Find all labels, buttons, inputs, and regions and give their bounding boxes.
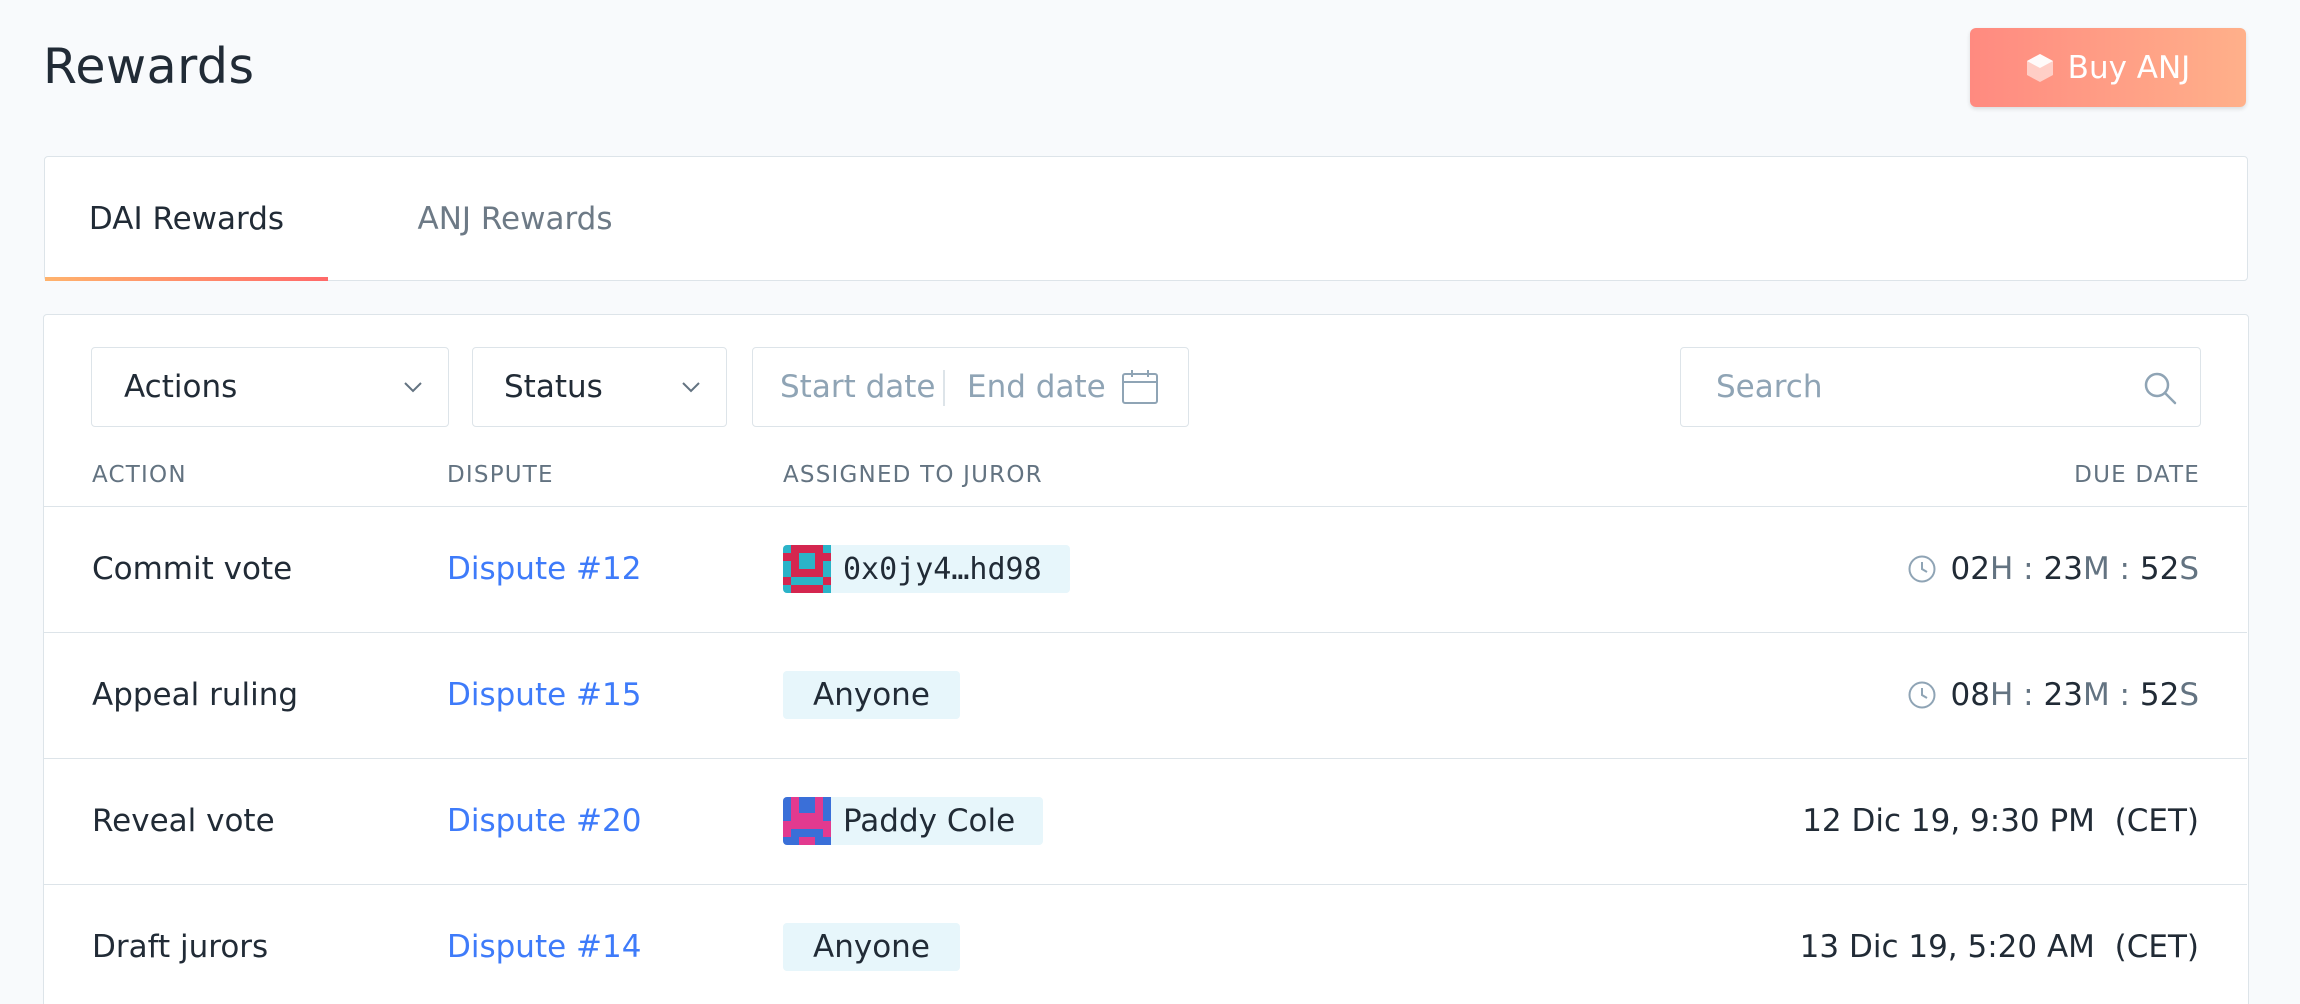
tab-anj-rewards-label: ANJ Rewards [417,200,613,237]
rewards-table-card: Actions Status Start date End date Searc… [43,314,2249,1004]
time-separator: : [2119,551,2130,587]
search-placeholder: Search [1716,369,1823,405]
hours-unit: H [1990,551,2014,587]
actions-dropdown[interactable]: Actions [91,347,449,427]
due-date: 13 Dic 19, 5:20 AM (CET) [1799,929,2199,965]
avatar [783,797,831,845]
due-minutes: 23 [2043,551,2083,587]
tab-dai-rewards-label: DAI Rewards [88,200,285,237]
calendar-icon [1122,370,1158,404]
clock-icon [1908,681,1936,709]
juror-address: 0x0jy4…hd98 [843,551,1042,587]
row-action: Draft jurors [92,929,269,965]
search-icon [2144,372,2177,405]
seconds-unit: S [2179,551,2199,587]
row-action: Commit vote [92,551,293,587]
juror-name-badge[interactable]: Paddy Cole [783,797,1044,845]
juror-cell: 0x0jy4…hd98 [783,507,1070,631]
due-date: 12 Dic 19, 9:30 PM (CET) [1802,803,2199,839]
column-header-action: Action [92,462,187,488]
status-dropdown[interactable]: Status [472,347,727,427]
tab-bar: DAI Rewards ANJ Rewards [44,156,2248,281]
due-seconds: 52 [2139,551,2180,587]
due-countdown: 02 H : 23 M : 52 S [1907,507,2199,631]
table-row[interactable]: Reveal vote Dispute #20 Paddy Cole 12 Di… [44,758,2247,884]
due-hours: 02 [1950,551,1990,587]
juror-cell: Anyone [783,633,960,757]
juror-anyone-badge: Anyone [783,671,960,719]
dispute-link[interactable]: Dispute #20 [447,759,641,883]
row-action: Reveal vote [92,803,275,839]
due-seconds: 52 [2139,677,2180,713]
date-divider [943,370,945,406]
search-input[interactable]: Search [1680,347,2201,427]
end-date-field[interactable]: End date [967,369,1106,405]
due-minutes: 23 [2043,677,2083,713]
due-countdown: 08 H : 23 M : 52 S [1907,633,2199,757]
start-date-field[interactable]: Start date [780,369,935,405]
juror-address-badge[interactable]: 0x0jy4…hd98 [783,545,1070,593]
date-range-picker[interactable]: Start date End date [752,347,1189,427]
column-header-dispute: Dispute [447,462,554,488]
active-tab-indicator [45,277,328,281]
time-separator: : [2023,551,2034,587]
hexagon-icon [2026,53,2053,82]
chevron-down-icon [404,382,422,393]
seconds-unit: S [2179,677,2199,713]
column-header-due-date: Due date [2074,462,2200,488]
column-header-juror: Assigned to juror [783,462,1043,488]
row-action: Appeal ruling [92,677,299,713]
minutes-unit: M [2082,551,2110,587]
due-hours: 08 [1950,677,1990,713]
tab-dai-rewards[interactable]: DAI Rewards [45,157,328,280]
juror-cell: Paddy Cole [783,759,1044,883]
table-row[interactable]: Appeal ruling Dispute #15 Anyone 08 H : 2… [44,632,2247,758]
table-row[interactable]: Draft jurors Dispute #14 Anyone 13 Dic 1… [44,884,2247,1004]
juror-anyone-badge: Anyone [783,923,960,971]
chevron-down-icon [682,382,700,393]
dispute-link[interactable]: Dispute #15 [447,633,641,757]
avatar [783,545,831,593]
actions-dropdown-label: Actions [124,369,238,405]
tab-anj-rewards[interactable]: ANJ Rewards [375,157,655,280]
time-separator: : [2119,677,2130,713]
hours-unit: H [1990,677,2014,713]
dispute-link[interactable]: Dispute #12 [447,507,641,631]
status-dropdown-label: Status [504,369,603,405]
buy-anj-label: Buy ANJ [2067,49,2191,86]
table-row[interactable]: Commit vote Dispute #12 0x0jy4…hd98 02 H… [44,506,2247,632]
time-separator: : [2023,677,2034,713]
clock-icon [1908,555,1936,583]
juror-cell: Anyone [783,885,960,1004]
minutes-unit: M [2082,677,2110,713]
juror-name: Paddy Cole [843,803,1016,839]
page-title: Rewards [43,38,255,95]
dispute-link[interactable]: Dispute #14 [447,885,641,1004]
buy-anj-button[interactable]: Buy ANJ [1970,28,2246,107]
